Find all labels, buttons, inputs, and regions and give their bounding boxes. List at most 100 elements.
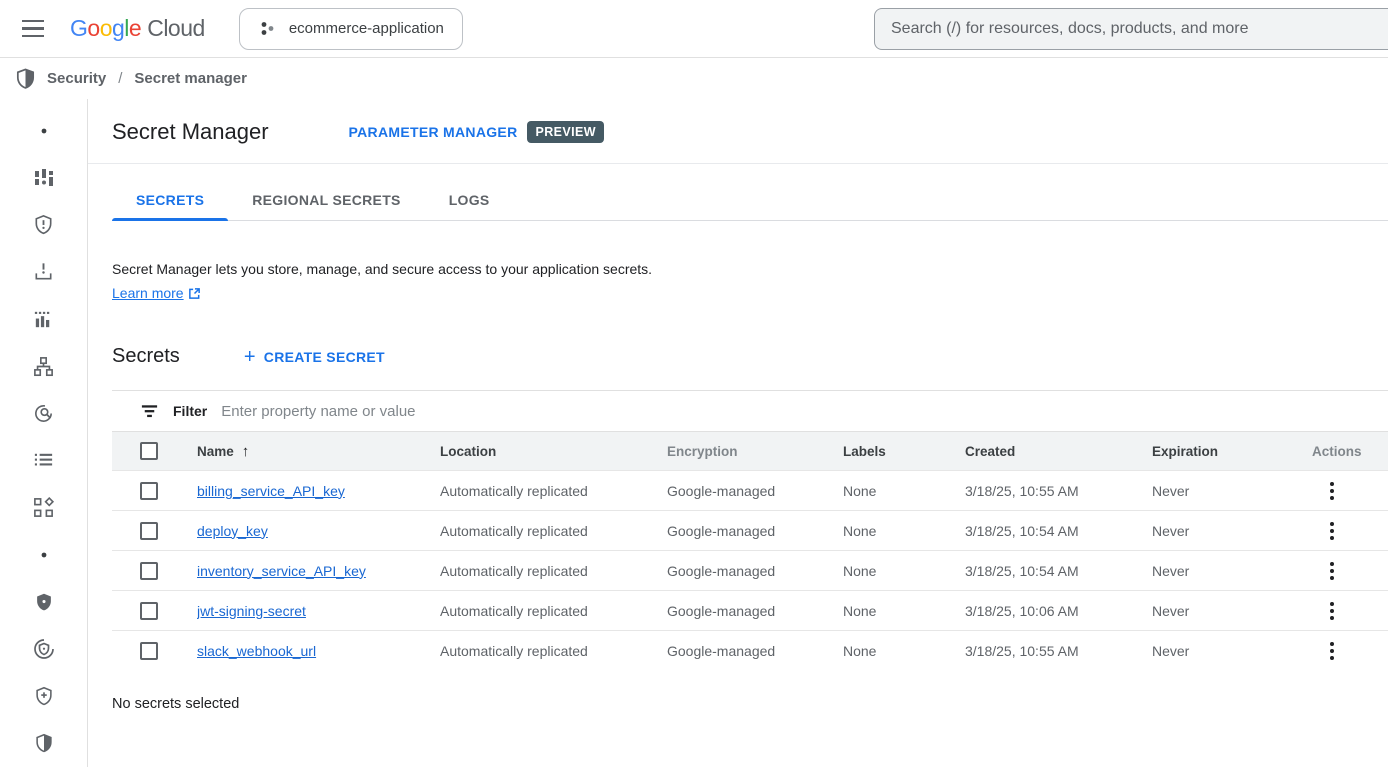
tab-logs[interactable]: LOGS xyxy=(425,178,514,220)
row-checkbox[interactable] xyxy=(140,562,158,580)
filter-label: Filter xyxy=(173,403,207,419)
project-selector[interactable]: ecommerce-application xyxy=(239,8,463,50)
overview-grid-icon[interactable] xyxy=(16,154,72,201)
security-shield-icon xyxy=(14,67,37,90)
secrets-section-header: Secrets + CREATE SECRET xyxy=(112,345,1388,368)
table-row: inventory_service_API_key Automatically r… xyxy=(112,550,1388,590)
secret-name-link[interactable]: inventory_service_API_key xyxy=(197,563,366,579)
row-actions-menu-icon[interactable] xyxy=(1320,479,1344,503)
shield-circle-icon[interactable] xyxy=(16,626,72,673)
top-app-bar: Google Cloud ecommerce-application xyxy=(0,0,1388,58)
page-description: Secret Manager lets you store, manage, a… xyxy=(112,261,1388,277)
select-all-checkbox[interactable] xyxy=(140,442,158,460)
secret-name-link[interactable]: jwt-signing-secret xyxy=(197,603,306,619)
secret-name-link[interactable]: billing_service_API_key xyxy=(197,483,345,499)
table-row: deploy_key Automatically replicatedGoogle… xyxy=(112,510,1388,550)
labels-cell: None xyxy=(843,643,965,659)
parameter-manager-link[interactable]: PARAMETER MANAGER xyxy=(349,124,518,140)
apps-diamond-icon[interactable] xyxy=(16,484,72,531)
row-actions-menu-icon[interactable] xyxy=(1320,519,1344,543)
created-cell: 3/18/25, 10:55 AM xyxy=(965,643,1152,659)
preview-badge: PREVIEW xyxy=(527,121,603,143)
page-header: Secret Manager PARAMETER MANAGER PREVIEW xyxy=(88,99,1388,164)
expiration-cell: Never xyxy=(1152,563,1300,579)
row-checkbox[interactable] xyxy=(140,522,158,540)
tab-secrets[interactable]: SECRETS xyxy=(112,178,228,220)
breadcrumb-item-security[interactable]: Security xyxy=(47,70,106,87)
project-dots-icon xyxy=(258,20,277,37)
encryption-cell: Google-managed xyxy=(667,643,843,659)
filter-bar: Filter xyxy=(112,391,1388,432)
expiration-cell: Never xyxy=(1152,643,1300,659)
column-header-labels: Labels xyxy=(843,444,965,459)
org-nodes-icon[interactable] xyxy=(16,343,72,390)
encryption-cell: Google-managed xyxy=(667,483,843,499)
table-row: jwt-signing-secret Automatically replicat… xyxy=(112,590,1388,630)
column-header-name[interactable]: Name↑ xyxy=(197,443,440,460)
row-actions-menu-icon[interactable] xyxy=(1320,639,1344,663)
security-products-sidebar xyxy=(0,99,88,767)
tab-regional-secrets[interactable]: REGIONAL SECRETS xyxy=(228,178,424,220)
shield-filled-icon[interactable] xyxy=(16,578,72,625)
learn-more-row: Learn more xyxy=(112,285,1388,301)
row-checkbox[interactable] xyxy=(140,602,158,620)
table-header-row: Name↑LocationEncryptionLabelsCreatedExpi… xyxy=(112,432,1388,470)
shield-half-icon[interactable] xyxy=(16,720,72,767)
scan-search-icon[interactable] xyxy=(16,390,72,437)
location-cell: Automatically replicated xyxy=(440,563,667,579)
column-header-created: Created xyxy=(965,444,1152,459)
selection-status: No secrets selected xyxy=(112,696,1388,712)
breadcrumb-item-secret-manager: Secret manager xyxy=(134,70,247,87)
created-cell: 3/18/25, 10:06 AM xyxy=(965,603,1152,619)
row-checkbox[interactable] xyxy=(140,642,158,660)
page-title: Secret Manager xyxy=(112,119,269,145)
menu-icon[interactable] xyxy=(16,9,56,49)
expiration-cell: Never xyxy=(1152,483,1300,499)
learn-more-link[interactable]: Learn more xyxy=(112,285,201,301)
secret-name-link[interactable]: deploy_key xyxy=(197,523,268,539)
created-cell: 3/18/25, 10:55 AM xyxy=(965,483,1152,499)
dot-icon[interactable] xyxy=(16,107,72,154)
search-input[interactable] xyxy=(891,20,1372,38)
labels-cell: None xyxy=(843,563,965,579)
location-cell: Automatically replicated xyxy=(440,523,667,539)
secret-name-link[interactable]: slack_webhook_url xyxy=(197,643,316,659)
create-secret-button[interactable]: + CREATE SECRET xyxy=(244,347,385,367)
row-checkbox[interactable] xyxy=(140,482,158,500)
column-header-expiration: Expiration xyxy=(1152,444,1300,459)
google-logo-letters: Google xyxy=(70,15,141,42)
column-header-encryption: Encryption xyxy=(667,444,843,459)
breadcrumb: Security / Secret manager xyxy=(0,58,1388,99)
global-search[interactable] xyxy=(874,8,1388,50)
shield-plus-icon[interactable] xyxy=(16,673,72,720)
breadcrumb-separator: / xyxy=(116,70,124,87)
cloud-logo-text: Cloud xyxy=(147,15,205,42)
encryption-cell: Google-managed xyxy=(667,563,843,579)
secrets-table: Filter Name↑LocationEncryptionLabelsCrea… xyxy=(112,390,1388,670)
expiration-cell: Never xyxy=(1152,603,1300,619)
expiration-cell: Never xyxy=(1152,523,1300,539)
table-row: billing_service_API_key Automatically rep… xyxy=(112,470,1388,510)
filter-icon xyxy=(140,403,159,419)
table-row: slack_webhook_urlAutomatically replicate… xyxy=(112,630,1388,670)
google-cloud-logo: Google Cloud xyxy=(70,15,205,42)
filter-input[interactable] xyxy=(221,403,1388,420)
row-actions-menu-icon[interactable] xyxy=(1320,599,1344,623)
labels-cell: None xyxy=(843,483,965,499)
list-icon[interactable] xyxy=(16,437,72,484)
encryption-cell: Google-managed xyxy=(667,603,843,619)
shield-alert-icon[interactable] xyxy=(16,201,72,248)
encryption-cell: Google-managed xyxy=(667,523,843,539)
main-content: Secret Manager PARAMETER MANAGER PREVIEW… xyxy=(88,99,1388,767)
location-cell: Automatically replicated xyxy=(440,483,667,499)
labels-cell: None xyxy=(843,523,965,539)
row-actions-menu-icon[interactable] xyxy=(1320,559,1344,583)
bar-chart-icon[interactable] xyxy=(16,296,72,343)
output-alert-icon[interactable] xyxy=(16,248,72,295)
external-link-icon xyxy=(188,287,201,300)
dot-icon[interactable] xyxy=(16,531,72,578)
column-header-location: Location xyxy=(440,444,667,459)
plus-icon: + xyxy=(244,347,256,367)
created-cell: 3/18/25, 10:54 AM xyxy=(965,523,1152,539)
location-cell: Automatically replicated xyxy=(440,603,667,619)
